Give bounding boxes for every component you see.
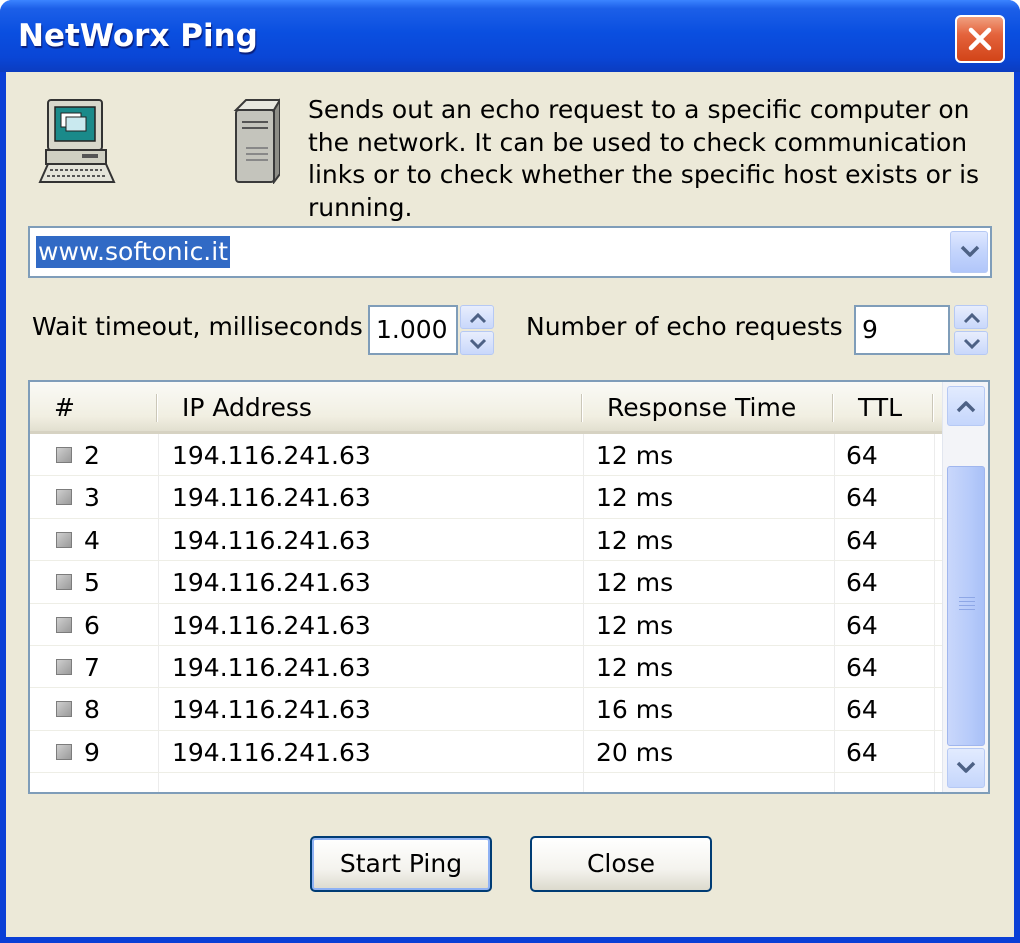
table-row[interactable]: 8 194.116.241.63 16 ms 64 xyxy=(30,688,942,731)
row-ttl: 64 xyxy=(846,568,878,598)
table-row[interactable]: 3 194.116.241.63 12 ms 64 xyxy=(30,476,942,519)
row-number: 2 xyxy=(84,441,100,470)
grip-line xyxy=(959,609,975,610)
table-row[interactable]: 6 194.116.241.63 12 ms 64 xyxy=(30,604,942,646)
row-ip-address: 194.116.241.63 xyxy=(172,483,371,513)
chevron-up-icon xyxy=(956,401,976,413)
row-number: 9 xyxy=(84,737,100,767)
row-ttl: 64 xyxy=(846,695,878,725)
row-marker-icon xyxy=(56,743,72,760)
timeout-input[interactable]: 1.000 xyxy=(368,305,458,355)
row-response-time: 16 ms xyxy=(596,695,674,725)
column-header-response-time[interactable]: Response Time xyxy=(583,382,833,431)
scroll-up-button[interactable] xyxy=(947,386,985,426)
grip-line xyxy=(959,597,975,598)
row-marker-icon xyxy=(56,489,72,506)
row-ip-address: 194.116.241.63 xyxy=(172,610,371,640)
list-header: # IP Address Response Time TTL xyxy=(30,382,942,434)
row-ip-address: 194.116.241.63 xyxy=(172,568,371,598)
table-row[interactable]: 7 194.116.241.63 12 ms 64 xyxy=(30,646,942,689)
echo-count-input[interactable]: 9 xyxy=(854,305,950,355)
table-row[interactable]: 2 194.116.241.63 12 ms 64 xyxy=(30,434,942,477)
close-icon xyxy=(968,27,992,51)
row-ttl: 64 xyxy=(846,483,878,513)
ping-window: NetWorx Ping Sends out an echo request t… xyxy=(0,0,1020,943)
server-icon xyxy=(233,98,280,184)
host-dropdown-button[interactable] xyxy=(950,231,988,273)
timeout-label: Wait timeout, milliseconds xyxy=(32,312,363,341)
row-number: 7 xyxy=(84,653,100,682)
chevron-up-icon xyxy=(963,312,981,324)
scroll-thumb[interactable] xyxy=(947,466,985,746)
row-ip-address: 194.116.241.63 xyxy=(172,653,371,682)
row-response-time: 20 ms xyxy=(596,737,674,767)
timeout-stepper xyxy=(460,305,494,355)
chevron-down-icon xyxy=(963,338,981,350)
echo-count-label: Number of echo requests xyxy=(526,312,843,341)
row-number: 5 xyxy=(84,568,100,598)
results-list[interactable]: # IP Address Response Time TTL 2 194.116… xyxy=(28,380,990,794)
row-ip-address: 194.116.241.63 xyxy=(172,441,371,470)
row-response-time: 12 ms xyxy=(596,653,674,682)
row-ttl: 64 xyxy=(846,525,878,555)
host-combobox[interactable]: www.softonic.it xyxy=(28,226,992,278)
timeout-up-button[interactable] xyxy=(460,305,494,329)
row-response-time: 12 ms xyxy=(596,441,674,470)
row-ttl: 64 xyxy=(846,610,878,640)
chevron-down-icon xyxy=(960,245,980,257)
scroll-down-button[interactable] xyxy=(947,748,985,788)
row-response-time: 12 ms xyxy=(596,483,674,513)
host-input[interactable]: www.softonic.it xyxy=(36,236,231,268)
row-ip-address: 194.116.241.63 xyxy=(172,695,371,725)
row-marker-icon xyxy=(56,659,72,675)
vertical-scrollbar[interactable] xyxy=(942,382,988,792)
window-close-button[interactable] xyxy=(955,15,1005,63)
table-row[interactable]: 5 194.116.241.63 12 ms 64 xyxy=(30,561,942,604)
row-number: 3 xyxy=(84,483,100,513)
row-marker-icon xyxy=(56,447,72,463)
echo-count-up-button[interactable] xyxy=(954,305,988,329)
row-marker-icon xyxy=(56,574,72,591)
row-marker-icon xyxy=(56,531,72,548)
row-ip-address: 194.116.241.63 xyxy=(172,737,371,767)
chevron-down-icon xyxy=(956,761,976,773)
description-text: Sends out an echo request to a specific … xyxy=(308,95,980,222)
row-marker-icon xyxy=(56,701,72,718)
echo-count-down-button[interactable] xyxy=(954,331,988,355)
chevron-down-icon xyxy=(469,338,487,350)
row-marker-icon xyxy=(56,616,72,633)
row-ttl: 64 xyxy=(846,653,878,682)
column-header-ip-address[interactable]: IP Address xyxy=(158,382,582,431)
timeout-down-button[interactable] xyxy=(460,331,494,355)
close-button[interactable]: Close xyxy=(530,836,712,892)
computer-icon xyxy=(38,99,116,183)
column-header-ttl[interactable]: TTL xyxy=(834,382,934,431)
chevron-up-icon xyxy=(469,312,487,324)
dialog-body: Sends out an echo request to a specific … xyxy=(6,72,1014,937)
row-number: 4 xyxy=(84,525,100,555)
table-row[interactable]: 4 194.116.241.63 12 ms 64 xyxy=(30,519,942,562)
row-ttl: 64 xyxy=(846,441,878,470)
row-number: 6 xyxy=(84,610,100,640)
title-bar[interactable]: NetWorx Ping xyxy=(0,0,1020,72)
echo-count-stepper xyxy=(954,305,988,355)
grip-line xyxy=(959,605,975,606)
row-response-time: 12 ms xyxy=(596,525,674,555)
table-row[interactable]: 9 194.116.241.63 20 ms 64 xyxy=(30,731,942,774)
row-ip-address: 194.116.241.63 xyxy=(172,525,371,555)
window-title: NetWorx Ping xyxy=(18,18,258,54)
row-number: 8 xyxy=(84,695,100,725)
row-ttl: 64 xyxy=(846,737,878,767)
row-response-time: 12 ms xyxy=(596,610,674,640)
grip-line xyxy=(959,601,975,602)
column-header-number[interactable]: # xyxy=(30,382,156,431)
start-ping-button[interactable]: Start Ping xyxy=(310,836,492,892)
column-divider[interactable] xyxy=(932,394,934,422)
row-response-time: 12 ms xyxy=(596,568,674,598)
